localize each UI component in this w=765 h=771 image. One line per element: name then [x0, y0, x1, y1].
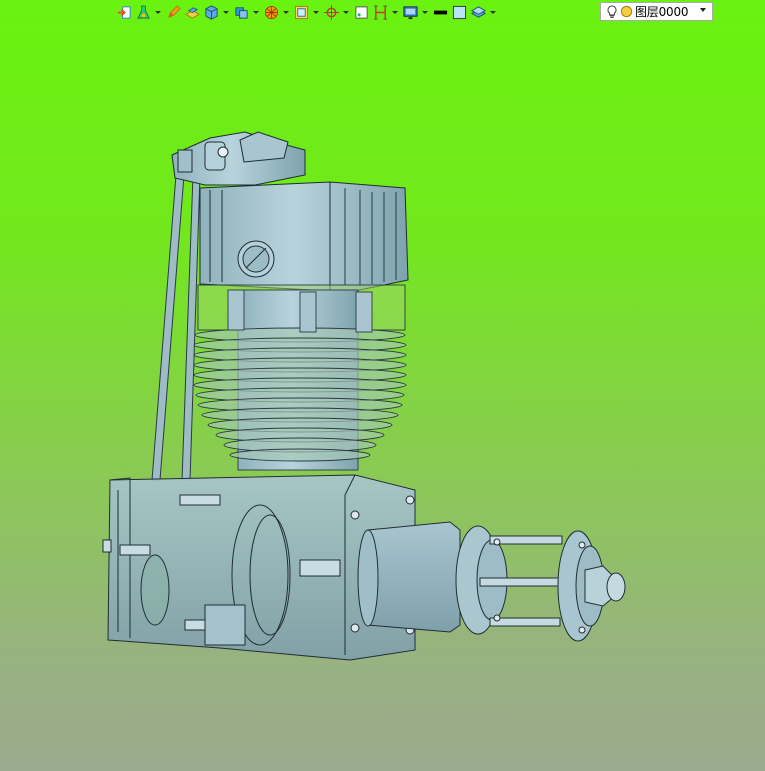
rocker-assembly — [171, 131, 306, 186]
cylinder-head — [199, 181, 409, 293]
engine-model[interactable] — [0, 0, 765, 771]
cylinder-barrel — [193, 284, 407, 471]
pushrods — [151, 174, 201, 481]
prop-drive — [357, 521, 626, 642]
